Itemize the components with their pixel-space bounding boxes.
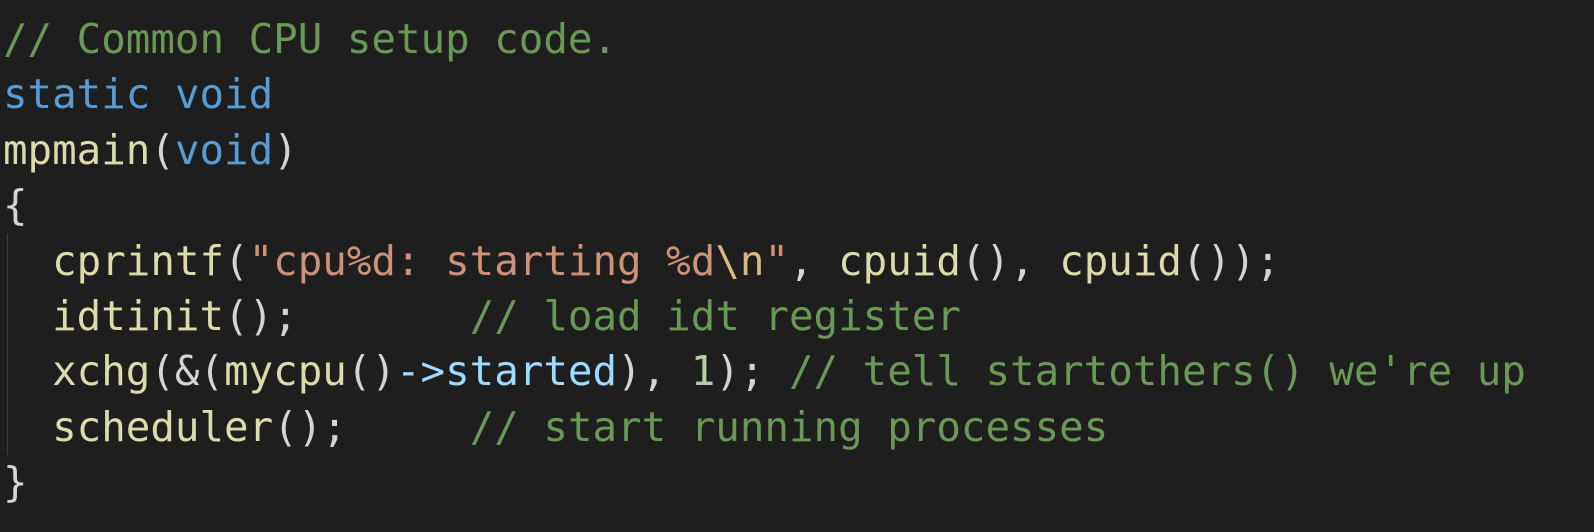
token-function: cpuid — [838, 236, 961, 285]
token-keyword: void — [174, 125, 274, 174]
code-line: mpmain(void) — [3, 123, 1594, 178]
token-comment: // Common CPU setup code. — [3, 15, 618, 63]
token-punct: ), — [617, 347, 691, 396]
token-punct: ) — [273, 125, 298, 174]
code-line: static void — [3, 67, 1594, 122]
token-string: " — [764, 236, 789, 285]
code-line: scheduler(); // start running processes — [3, 399, 1594, 456]
indent-guide — [7, 344, 8, 400]
code-line: // Common CPU setup code. — [3, 12, 1594, 67]
token-punct: , — [789, 236, 839, 285]
token-function: cpuid — [1059, 236, 1182, 285]
token-comment: // tell startothers() we're up — [789, 347, 1526, 396]
token-punct: () — [346, 347, 396, 396]
token-punct: (), — [960, 236, 1060, 285]
token-punct: } — [3, 458, 28, 507]
token-keyword: void — [174, 70, 274, 119]
token-function: cprintf — [52, 236, 225, 285]
token-comment: // start running processes — [469, 402, 1109, 451]
code-line: } — [3, 455, 1594, 510]
token-function: scheduler — [52, 402, 274, 451]
token-punct: (); — [224, 291, 470, 340]
token-punct — [3, 403, 52, 451]
token-function: mpmain — [3, 125, 151, 174]
token-variable: ->started — [396, 347, 618, 396]
token-function: mycpu — [224, 347, 347, 396]
token-punct: ()); — [1182, 236, 1281, 285]
token-punct: ); — [715, 347, 789, 396]
token-escape: \n — [715, 236, 765, 285]
token-punct — [150, 70, 175, 118]
code-line: xchg(&(mycpu()->started), 1); // tell st… — [3, 344, 1594, 400]
indent-guide — [7, 288, 8, 345]
token-punct — [3, 292, 52, 340]
code-editor[interactable]: // Common CPU setup code. static void mpma… — [0, 0, 1594, 511]
token-punct: ( — [224, 236, 249, 285]
token-punct: (); — [273, 402, 470, 451]
indent-guide — [7, 233, 8, 289]
token-keyword: static — [3, 70, 151, 119]
token-punct — [3, 237, 52, 285]
token-function: idtinit — [52, 291, 225, 340]
token-string: "cpu%d: starting %d — [248, 236, 716, 285]
token-punct: { — [3, 181, 28, 230]
code-line: idtinit(); // load idt register — [3, 288, 1594, 345]
token-function: xchg — [52, 347, 151, 396]
code-line: { — [3, 178, 1594, 233]
code-line: cprintf("cpu%d: starting %d\n", cpuid(),… — [3, 233, 1594, 289]
token-comment: // load idt register — [469, 291, 961, 340]
token-number: 1 — [690, 347, 716, 396]
token-punct: ( — [150, 125, 175, 174]
token-punct: (&( — [150, 347, 225, 396]
token-punct — [3, 347, 52, 395]
indent-guide — [7, 399, 8, 456]
